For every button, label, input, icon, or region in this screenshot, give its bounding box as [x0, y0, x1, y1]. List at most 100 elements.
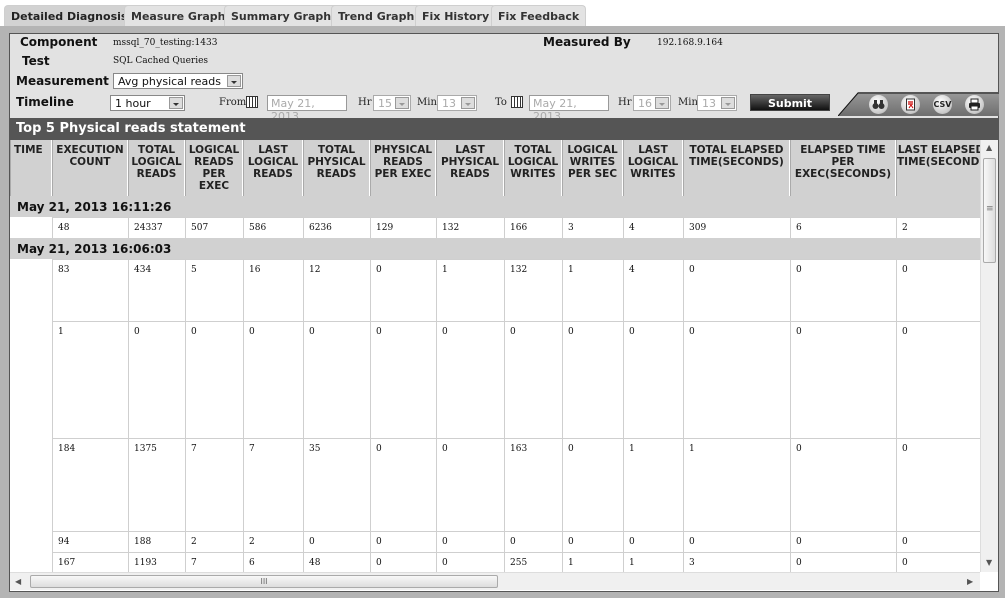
table-cell: 0 — [790, 259, 896, 321]
component-value: mssql_70_testing:1433 — [113, 38, 218, 48]
submit-button[interactable]: Submit — [750, 94, 830, 111]
table-cell: 255 — [504, 552, 562, 573]
table-cell: 0 — [436, 552, 504, 573]
column-header[interactable]: TIME — [10, 140, 52, 196]
column-header[interactable]: LAST LOGICAL WRITES — [623, 140, 683, 196]
vertical-scroll-thumb[interactable]: ≡ — [983, 158, 996, 263]
calendar-icon[interactable] — [246, 96, 258, 108]
column-header[interactable]: LAST LOGICAL READS — [243, 140, 303, 196]
from-hr-select[interactable]: 15 — [373, 95, 411, 111]
table-cell: 0 — [370, 321, 436, 438]
table-cell: 0 — [185, 321, 243, 438]
scroll-down-icon[interactable]: ▼ — [986, 558, 992, 567]
component-label: Component — [20, 35, 98, 49]
data-table: TIME EXECUTION COUNT TOTAL LOGICAL READS LO… — [9, 140, 999, 592]
measurement-select[interactable]: Avg physical reads — [113, 73, 243, 89]
column-header[interactable]: LOGICAL READS PER EXEC — [185, 140, 243, 196]
timeline-select[interactable]: 1 hour — [110, 95, 185, 111]
pdf-icon[interactable] — [901, 95, 920, 114]
measurement-label: Measurement — [16, 74, 109, 88]
table-cell: 2 — [185, 531, 243, 552]
from-min-label: Min — [417, 97, 437, 108]
timeline-label: Timeline — [16, 95, 74, 109]
time-group-header: May 21, 2013 16:11:26 — [10, 196, 980, 217]
table-cell: 3 — [683, 552, 790, 573]
table-cell: 1 — [683, 438, 790, 531]
from-min-value: 13 — [442, 97, 456, 110]
table-cell: 83 — [52, 259, 128, 321]
table-cell: 0 — [683, 531, 790, 552]
tab-fix-history[interactable]: Fix History — [415, 5, 497, 27]
table-cell: 0 — [303, 531, 370, 552]
table-cell: 7 — [185, 438, 243, 531]
table-cell: 16 — [243, 259, 303, 321]
table-cell: 0 — [623, 321, 683, 438]
table-cell: 1 — [623, 438, 683, 531]
tab-fix-feedback[interactable]: Fix Feedback — [491, 5, 587, 27]
column-header[interactable]: TOTAL ELAPSED TIME(SECONDS) — [683, 140, 790, 196]
table-cell: 0 — [436, 321, 504, 438]
chevron-down-icon — [169, 97, 183, 109]
table-cell: 0 — [623, 531, 683, 552]
scroll-right-icon[interactable]: ▶ — [967, 577, 973, 586]
table-cell: 0 — [896, 438, 986, 531]
to-hr-value: 16 — [638, 97, 652, 110]
binoculars-icon[interactable] — [869, 95, 888, 114]
chevron-down-icon — [227, 75, 241, 87]
calendar-icon[interactable] — [511, 96, 523, 108]
table-cell: 7 — [243, 438, 303, 531]
from-min-select[interactable]: 13 — [437, 95, 477, 111]
table-cell: 434 — [128, 259, 185, 321]
to-hr-label: Hr — [618, 97, 632, 108]
column-header[interactable]: ELAPSED TIME PER EXEC(SECONDS) — [790, 140, 896, 196]
print-icon[interactable] — [965, 95, 984, 114]
scroll-up-icon[interactable]: ▲ — [986, 143, 992, 152]
measurement-select-value: Avg physical reads — [118, 75, 221, 88]
table-cell: 0 — [436, 531, 504, 552]
table-cell: 1 — [52, 321, 128, 438]
export-toolbar: CSV — [838, 92, 999, 116]
time-group-header: May 21, 2013 16:06:03 — [10, 238, 980, 259]
to-min-select[interactable]: 13 — [697, 95, 737, 111]
table-cell: 0 — [504, 321, 562, 438]
tab-trend-graph[interactable]: Trend Graph — [331, 5, 422, 27]
from-date-input[interactable]: May 21, 2013 — [267, 95, 347, 123]
timeline-select-value: 1 hour — [115, 97, 151, 110]
table-cell: 0 — [790, 531, 896, 552]
tab-detailed-diagnosis[interactable]: Detailed Diagnosis — [4, 5, 135, 27]
table-cell: 0 — [683, 321, 790, 438]
csv-icon[interactable]: CSV — [933, 95, 952, 114]
table-cell: 0 — [562, 438, 623, 531]
table-cell: 0 — [562, 531, 623, 552]
column-header[interactable]: TOTAL PHYSICAL READS — [303, 140, 370, 196]
from-label: From — [219, 97, 247, 108]
table-cell: 0 — [370, 552, 436, 573]
column-header[interactable]: PHYSICAL READS PER EXEC — [370, 140, 436, 196]
table-cell: 129 — [370, 217, 436, 238]
tab-summary-graph[interactable]: Summary Graph — [224, 5, 339, 27]
to-hr-select[interactable]: 16 — [633, 95, 671, 111]
vertical-scrollbar[interactable]: ▲ ≡ ▼ — [980, 140, 998, 572]
column-header[interactable]: EXECUTION COUNT — [52, 140, 128, 196]
grip-icon: III — [260, 577, 268, 586]
table-cell: 35 — [303, 438, 370, 531]
column-header[interactable]: TOTAL LOGICAL WRITES — [504, 140, 562, 196]
column-header[interactable]: LOGICAL WRITES PER SEC — [562, 140, 623, 196]
horizontal-scroll-thumb[interactable]: III — [30, 575, 498, 588]
table-cell: 132 — [504, 259, 562, 321]
table-cell: 2 — [896, 217, 986, 238]
table-cell: 6236 — [303, 217, 370, 238]
scroll-left-icon[interactable]: ◀ — [15, 577, 21, 586]
column-header[interactable]: LAST PHYSICAL READS — [436, 140, 504, 196]
table-cell: 48 — [303, 552, 370, 573]
column-header[interactable]: TOTAL LOGICAL READS — [128, 140, 185, 196]
column-header[interactable]: LAST ELAPSED TIME(SECONDS) — [896, 140, 992, 196]
to-min-label: Min — [678, 97, 698, 108]
table-cell: 167 — [52, 552, 128, 573]
table-cell: 0 — [128, 321, 185, 438]
horizontal-scrollbar[interactable]: ◀ III ▶ — [10, 572, 980, 590]
table-cell: 24337 — [128, 217, 185, 238]
tab-bar: Detailed Diagnosis Measure Graph Summary… — [0, 0, 1005, 27]
to-date-input[interactable]: May 21, 2013 — [529, 95, 609, 123]
tab-measure-graph[interactable]: Measure Graph — [124, 5, 233, 27]
